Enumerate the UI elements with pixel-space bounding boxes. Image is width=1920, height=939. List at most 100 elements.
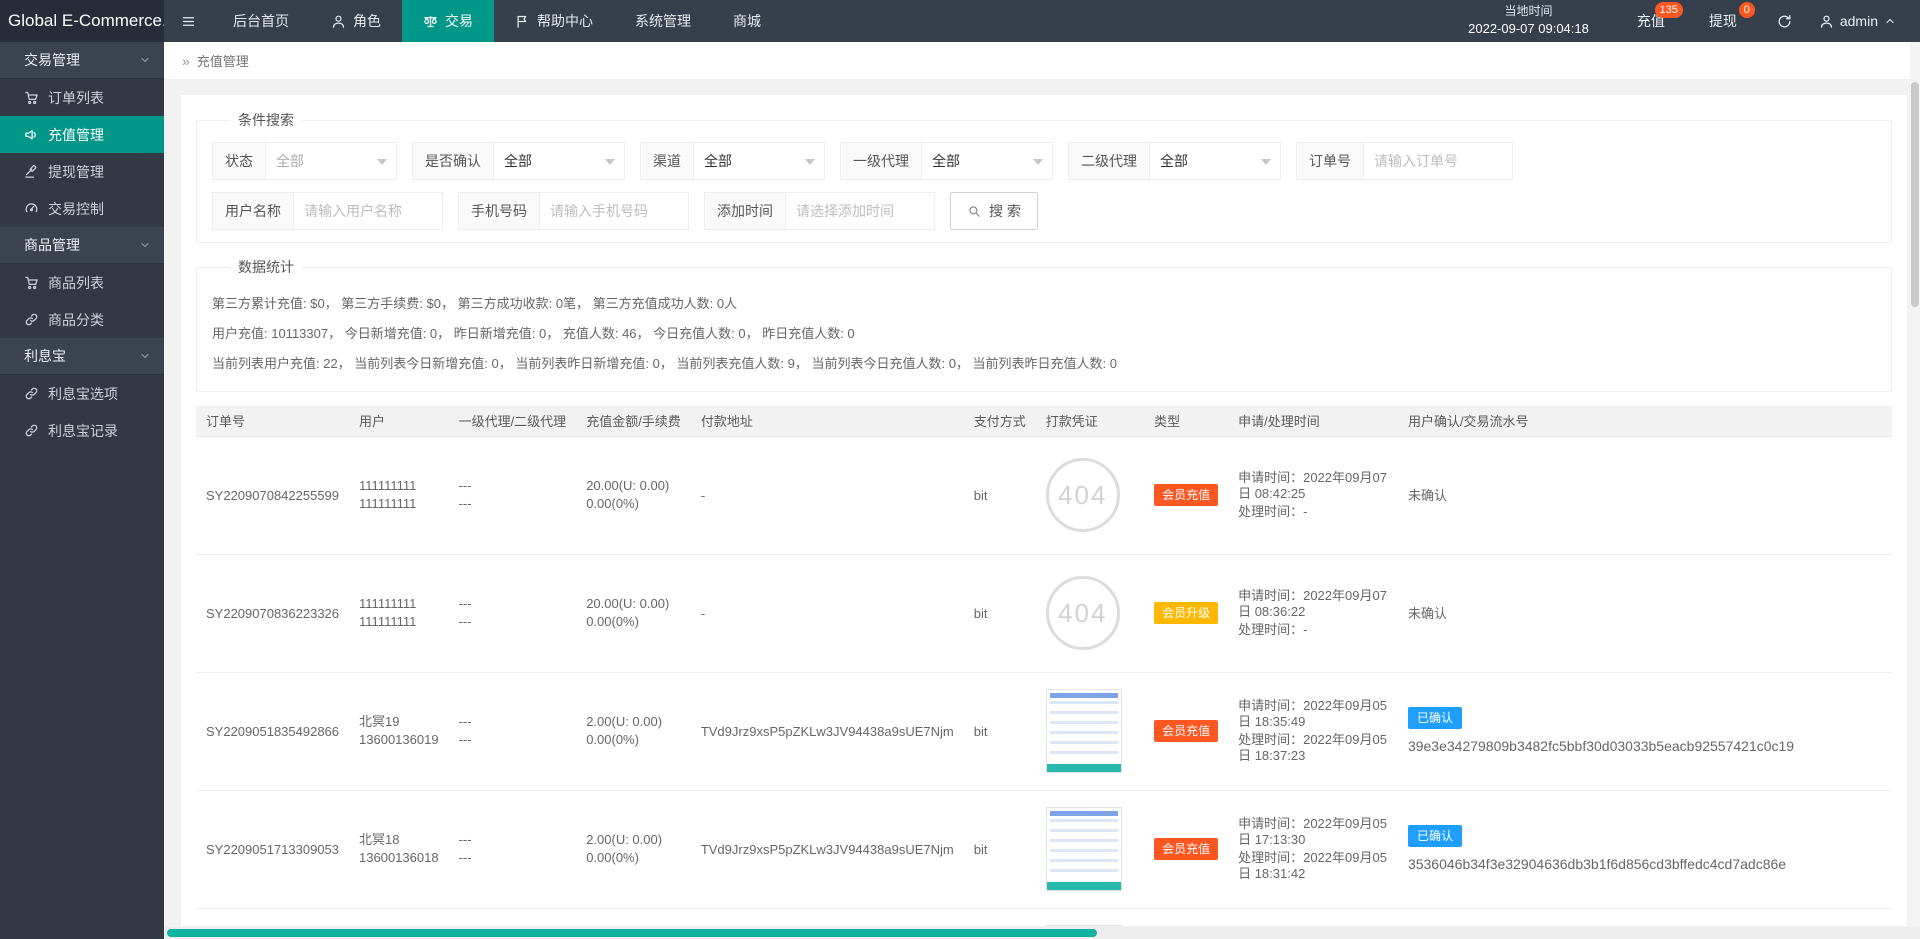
sidebar-group-3[interactable]: 利息宝 bbox=[0, 338, 164, 375]
caret-down-icon bbox=[605, 159, 615, 165]
proof-image-thumbnail[interactable] bbox=[1046, 689, 1122, 773]
sidebar-group-2[interactable]: 商品管理 bbox=[0, 227, 164, 264]
proof-404-placeholder: 404 bbox=[1046, 458, 1120, 532]
recharge-notice-button[interactable]: 充值 135 bbox=[1619, 0, 1691, 42]
filter-select[interactable]: 全部 bbox=[693, 142, 825, 180]
cell-agents-line1: --- bbox=[459, 832, 567, 848]
stats-line-1: 第三方累计充值: $0， 第三方手续费: $0， 第三方成功收款: 0笔， 第三… bbox=[212, 289, 1876, 319]
column-header: 用户确认/交易流水号 bbox=[1398, 406, 1892, 436]
cell-amount-fee-line1: 20.00(U: 0.00) bbox=[586, 478, 681, 494]
cell-user-line2: 111111111 bbox=[359, 614, 439, 630]
username-input[interactable] bbox=[293, 192, 443, 230]
cell-user-confirm: 未确认 bbox=[1398, 554, 1892, 672]
transaction-hash: 39e3e34279809b3482fc5bbf30d03033b5eacb92… bbox=[1408, 738, 1882, 755]
thumbnail-footer-bar bbox=[1047, 764, 1121, 772]
cell-agents-line2: --- bbox=[459, 614, 567, 630]
sidebar-item-label: 充值管理 bbox=[48, 125, 104, 145]
menu-icon bbox=[181, 14, 196, 29]
chevron-down-icon bbox=[139, 239, 151, 251]
withdraw-notice-button[interactable]: 提现 0 bbox=[1691, 0, 1763, 42]
sidebar-item-1-1[interactable]: 订单列表 bbox=[0, 79, 164, 116]
cell-empty bbox=[196, 908, 349, 926]
cell-amount-fee: 2.00(U: 0.00)0.00(0%) bbox=[576, 790, 691, 908]
refresh-button[interactable] bbox=[1763, 0, 1807, 42]
caret-down-icon bbox=[1261, 159, 1271, 165]
topbar: Global E-Commerce... 后台首页角色交易帮助中心系统管理商城 … bbox=[0, 0, 1920, 42]
vertical-scrollbar[interactable] bbox=[1910, 42, 1920, 927]
person-icon bbox=[1819, 14, 1834, 29]
stats-line-3: 当前列表用户充值: 22， 当前列表今日新增充值: 0， 当前列表昨日新增充值:… bbox=[212, 349, 1876, 379]
filter-1: 状态全部 bbox=[212, 142, 397, 180]
add-time-input[interactable] bbox=[785, 192, 935, 230]
cell-apply-process-time-line2: 处理时间：2022年09月05日 18:37:23 bbox=[1238, 732, 1388, 764]
chevron-up-icon bbox=[1884, 15, 1896, 27]
speaker-icon bbox=[24, 127, 39, 142]
sidebar-item-1-4[interactable]: 交易控制 bbox=[0, 190, 164, 227]
stats-lines: 第三方累计充值: $0， 第三方手续费: $0， 第三方成功收款: 0笔， 第三… bbox=[212, 289, 1876, 379]
phone-filter-label: 手机号码 bbox=[458, 192, 539, 230]
filter-select-value: 全部 bbox=[504, 153, 532, 169]
type-badge: 会员升级 bbox=[1154, 602, 1218, 624]
filter-select[interactable]: 全部 bbox=[921, 142, 1053, 180]
sidebar-item-1-2[interactable]: 充值管理 bbox=[0, 116, 164, 153]
flag-icon bbox=[515, 14, 530, 29]
add-time-label: 添加时间 bbox=[704, 192, 785, 230]
unconfirmed-text: 未确认 bbox=[1408, 488, 1447, 503]
table-header-row: 订单号用户一级代理/二级代理充值金额/手续费付款地址支付方式打款凭证类型申请/处… bbox=[196, 406, 1892, 436]
proof-image-thumbnail[interactable] bbox=[1046, 807, 1122, 891]
column-header: 订单号 bbox=[196, 406, 349, 436]
horizontal-scrollbar-thumb[interactable] bbox=[167, 929, 1097, 937]
sidebar-item-label: 订单列表 bbox=[48, 88, 104, 108]
search-row-2: 用户名称 手机号码 添加时间 搜 索 bbox=[212, 192, 1876, 230]
filter-label: 状态 bbox=[212, 142, 265, 180]
nav-item-label: 交易 bbox=[445, 11, 473, 31]
user-menu[interactable]: admin bbox=[1807, 0, 1920, 42]
table-row: SY2209070836223326111111111111111111----… bbox=[196, 554, 1892, 672]
proof-image-thumbnail[interactable] bbox=[1046, 925, 1122, 926]
nav-item-1[interactable]: 后台首页 bbox=[212, 0, 310, 42]
cell-agents: ------ bbox=[449, 790, 577, 908]
sidebar-toggle-button[interactable] bbox=[164, 0, 212, 42]
search-button[interactable]: 搜 索 bbox=[950, 192, 1038, 230]
nav-item-label: 帮助中心 bbox=[537, 11, 593, 31]
cell-order-number: SY2209070836223326 bbox=[196, 554, 349, 672]
search-button-label: 搜 索 bbox=[989, 201, 1021, 221]
stats-fieldset: 数据统计 第三方累计充值: $0， 第三方手续费: $0， 第三方成功收款: 0… bbox=[196, 257, 1892, 392]
nav-item-5[interactable]: 系统管理 bbox=[614, 0, 712, 42]
caret-down-icon bbox=[805, 159, 815, 165]
type-badge: 会员充值 bbox=[1154, 838, 1218, 860]
nav-item-6[interactable]: 商城 bbox=[712, 0, 782, 42]
nav-item-2[interactable]: 角色 bbox=[310, 0, 402, 42]
thumbnail-header-bar bbox=[1050, 811, 1118, 816]
phone-input[interactable] bbox=[539, 192, 689, 230]
confirmed-badge: 已确认 bbox=[1408, 825, 1462, 847]
nav-item-4[interactable]: 帮助中心 bbox=[494, 0, 614, 42]
cell-user-line1: 北冥18 bbox=[359, 832, 439, 848]
sidebar-group-label: 商品管理 bbox=[24, 235, 80, 255]
sidebar-item-label: 利息宝选项 bbox=[48, 384, 118, 404]
sidebar-item-3-1[interactable]: 利息宝选项 bbox=[0, 375, 164, 412]
filter-3: 渠道全部 bbox=[640, 142, 825, 180]
filter-select[interactable]: 全部 bbox=[265, 142, 397, 180]
horizontal-scrollbar[interactable] bbox=[164, 927, 1920, 939]
sidebar-item-2-2[interactable]: 商品分类 bbox=[0, 301, 164, 338]
sidebar-item-2-1[interactable]: 商品列表 bbox=[0, 264, 164, 301]
scales-icon bbox=[423, 14, 438, 29]
sidebar-item-1-3[interactable]: 提现管理 bbox=[0, 153, 164, 190]
link-icon bbox=[24, 386, 39, 401]
breadcrumb: » 充值管理 bbox=[164, 42, 1920, 80]
content-card: 条件搜索 状态全部是否确认全部渠道全部一级代理全部二级代理全部 订单号 用户名称… bbox=[181, 95, 1907, 926]
nav-item-3[interactable]: 交易 bbox=[402, 0, 494, 42]
vertical-scrollbar-thumb[interactable] bbox=[1911, 82, 1919, 307]
filter-select[interactable]: 全部 bbox=[1149, 142, 1281, 180]
order-number-label: 订单号 bbox=[1296, 142, 1363, 180]
column-header: 申请/处理时间 bbox=[1228, 406, 1398, 436]
filter-select[interactable]: 全部 bbox=[493, 142, 625, 180]
recharge-count-badge: 135 bbox=[1655, 2, 1683, 18]
nav-item-label: 角色 bbox=[353, 11, 381, 31]
sidebar-group-1[interactable]: 交易管理 bbox=[0, 42, 164, 79]
username-filter-label: 用户名称 bbox=[212, 192, 293, 230]
sidebar-item-3-2[interactable]: 利息宝记录 bbox=[0, 412, 164, 449]
cart-icon bbox=[24, 275, 39, 290]
order-number-input[interactable] bbox=[1363, 142, 1513, 180]
